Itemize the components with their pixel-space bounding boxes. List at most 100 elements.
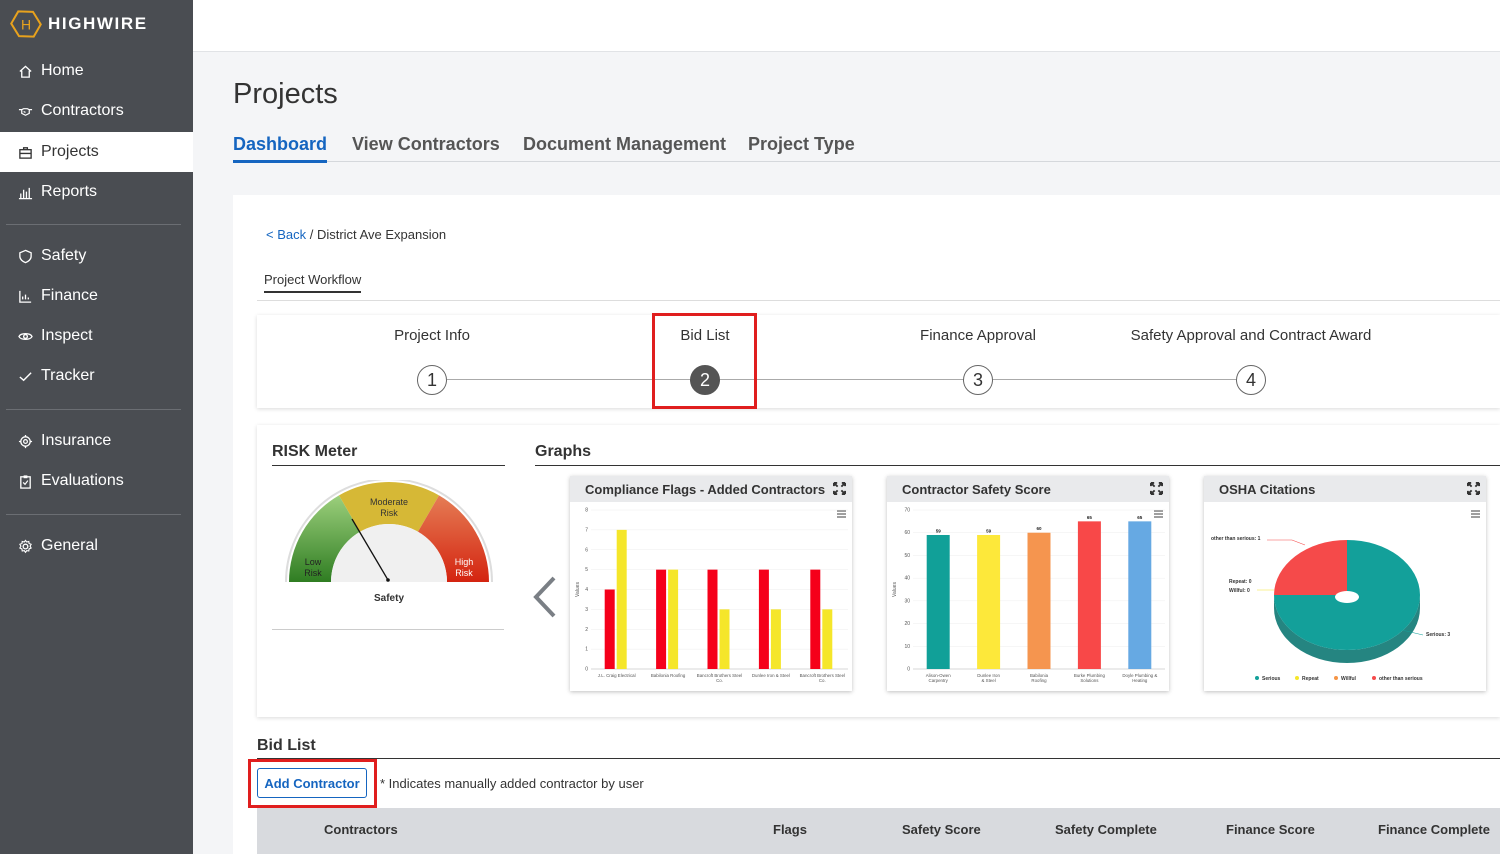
legend-marker-serious	[1255, 676, 1259, 680]
sidebar: H HIGHWIRE Home Contractors Projects Rep…	[0, 0, 193, 854]
step-label-project-info: Project Info	[394, 327, 470, 344]
tab-dashboard[interactable]: Dashboard	[233, 134, 328, 163]
label-line-other	[1267, 539, 1306, 546]
compliance-flags-chart: Values 0 1 2 3 4 5 6 7 8 J.L. Craig Electrical Babi…	[575, 508, 848, 683]
chart-header: Contractor Safety Score	[887, 476, 1169, 502]
column-header-safety-complete[interactable]: Safety Complete	[1055, 822, 1157, 837]
pie-label-willful: Willful: 0	[1229, 588, 1250, 594]
y-tick-30: 30	[904, 598, 910, 604]
sidebar-item-label: Inspect	[41, 327, 93, 344]
sidebar-item-label: Reports	[41, 183, 98, 200]
gauge-label-moderate-2: Risk	[380, 508, 398, 518]
bar-dunlee-iron-steel-3-series-1	[770, 609, 781, 669]
y-tick-1: 1	[585, 647, 588, 653]
tab-project-type[interactable]: Project Type	[748, 134, 855, 155]
gauge-label-high-1: High	[455, 557, 474, 567]
sidebar-item-label: Contractors	[41, 102, 124, 119]
workflow-divider	[257, 300, 1500, 301]
add-contractor-button[interactable]: Add Contractor	[257, 768, 367, 798]
step-connector	[447, 379, 1251, 380]
line-chart-icon	[17, 288, 33, 304]
sidebar-item-inspect[interactable]: Inspect	[0, 316, 193, 356]
sidebar-item-label: Home	[41, 62, 84, 79]
y-tick-0: 0	[907, 667, 910, 673]
column-header-finance-complete[interactable]: Finance Complete	[1378, 822, 1490, 837]
legend-label-serious: Serious	[1262, 676, 1281, 682]
bid-list-table-header: Contractors Flags Safety Score Safety Co…	[257, 808, 1500, 854]
column-header-finance-score[interactable]: Finance Score	[1226, 822, 1315, 837]
home-icon	[17, 63, 33, 79]
gauge-label-low-1: Low	[305, 557, 322, 567]
column-header-safety-score[interactable]: Safety Score	[902, 822, 981, 837]
y-tick-7: 7	[585, 527, 588, 533]
handshake-icon	[17, 103, 33, 119]
sidebar-item-home[interactable]: Home	[0, 51, 193, 91]
workflow-stepper: Project Info 1 Bid List 2 Finance Approv…	[257, 315, 1500, 408]
expand-icon[interactable]	[1467, 482, 1480, 495]
x-tick-babilonia-roofing-1: Babilonia Roofing	[651, 673, 686, 678]
sidebar-item-reports[interactable]: Reports	[0, 172, 193, 212]
y-tick-2: 2	[585, 627, 588, 633]
sidebar-item-insurance[interactable]: Insurance	[0, 421, 193, 461]
pie-label-other-than-serious: other than serious: 1	[1211, 536, 1261, 542]
expand-icon[interactable]	[833, 482, 846, 495]
risk-meter-title: RISK Meter	[272, 443, 505, 466]
check-icon	[17, 368, 33, 384]
carousel-prev-arrow-icon[interactable]	[530, 574, 560, 620]
breadcrumb-separator: /	[306, 227, 317, 242]
gear-icon	[17, 433, 33, 449]
bar-doyle-plumbing-heating	[1128, 521, 1152, 669]
tab-view-contractors[interactable]: View Contractors	[352, 134, 500, 155]
y-tick-0: 0	[585, 667, 588, 673]
x-tick-alison-owen-carpentry-0-line2: Carpentry	[929, 678, 949, 683]
sidebar-item-tracker[interactable]: Tracker	[0, 356, 193, 396]
y-tick-4: 4	[585, 587, 588, 593]
step-4-circle[interactable]: 4	[1236, 365, 1266, 395]
y-tick-8: 8	[585, 508, 588, 514]
bar-chart-icon	[17, 184, 33, 200]
bar-bancroft-brothers-steel-co-2-series-1	[719, 609, 730, 669]
step-2-circle[interactable]: 2	[690, 365, 720, 395]
sidebar-item-finance[interactable]: Finance	[0, 276, 193, 316]
x-tick-doyle-plumbing-heating-4-line2: Heating	[1132, 678, 1148, 683]
expand-icon[interactable]	[1150, 482, 1163, 495]
y-tick-5: 5	[585, 567, 588, 573]
gauge-label-low-2: Risk	[304, 568, 322, 578]
x-tick-dunlee-iron-steel-1-line2: & Steel	[982, 678, 996, 683]
sidebar-item-safety[interactable]: Safety	[0, 236, 193, 276]
x-tick-j-l-craig-electrical-0: J.L. Craig Electrical	[598, 673, 636, 678]
legend-marker-willful	[1334, 676, 1338, 680]
safety-score-chart: Values010203040506070Alison-OwenCarpentr…	[892, 508, 1165, 683]
sidebar-item-label: Evaluations	[41, 472, 124, 489]
briefcase-icon	[17, 144, 33, 160]
data-label-alison-owen-carpentry: 59	[936, 528, 942, 533]
sidebar-item-contractors[interactable]: Contractors	[0, 91, 193, 131]
y-axis-label: Values	[892, 582, 898, 597]
top-bar	[193, 0, 1500, 52]
sidebar-item-label: Safety	[41, 247, 87, 264]
bar-bancroft-brothers-steel-co-4-series-0	[810, 569, 821, 669]
step-3-circle[interactable]: 3	[963, 365, 993, 395]
step-1-circle[interactable]: 1	[417, 365, 447, 395]
sidebar-divider	[6, 514, 181, 515]
tab-document-management[interactable]: Document Management	[523, 134, 726, 155]
y-tick-3: 3	[585, 607, 588, 613]
data-label-doyle-plumbing-heating: 65	[1137, 515, 1143, 520]
breadcrumb: < Back / District Ave Expansion	[266, 227, 446, 242]
bid-list-divider	[257, 758, 1500, 759]
sidebar-item-evaluations[interactable]: Evaluations	[0, 461, 193, 501]
x-tick-burke-plumbing-solutions-3-line2: Solutions	[1080, 678, 1099, 683]
sidebar-item-general[interactable]: General	[0, 526, 193, 566]
chart-title: Compliance Flags - Added Contractors	[585, 481, 826, 497]
tab-project-workflow[interactable]: Project Workflow	[264, 272, 362, 293]
chart-card-safety-score: Contractor Safety Score Values 0 10 20 30 40 5…	[887, 476, 1169, 691]
step-label-finance-approval: Finance Approval	[920, 327, 1036, 344]
brand-logo[interactable]: H HIGHWIRE	[10, 8, 148, 40]
gauge-label-high-2: Risk	[455, 568, 473, 578]
column-header-flags[interactable]: Flags	[773, 822, 807, 837]
back-link[interactable]: < Back	[266, 227, 306, 242]
column-header-contractors[interactable]: Contractors	[324, 822, 398, 837]
manual-add-note: * Indicates manually added contractor by…	[380, 776, 644, 791]
sidebar-item-projects[interactable]: Projects	[0, 132, 193, 172]
eye-icon	[17, 328, 33, 344]
